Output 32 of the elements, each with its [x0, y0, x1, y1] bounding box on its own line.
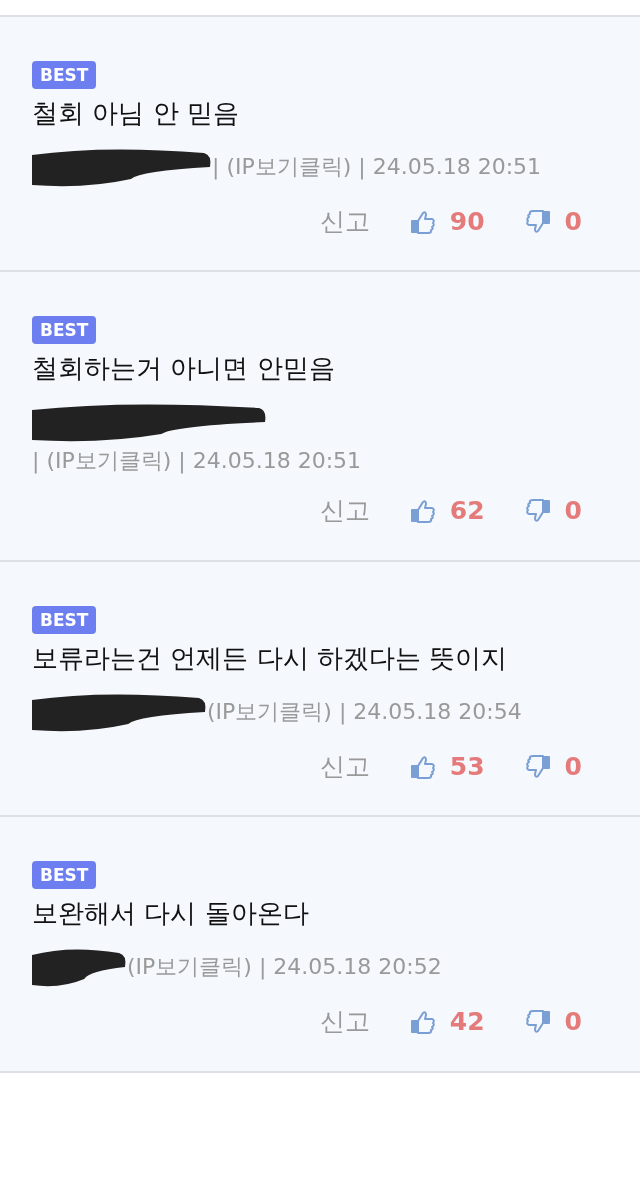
dislike-count: 0 [564, 205, 582, 238]
like-count: 90 [449, 205, 485, 238]
report-link[interactable]: 신고 [319, 1003, 370, 1041]
best-badge: BEST [32, 605, 97, 634]
comment-text: 철회하는거 아니면 안믿음 [32, 352, 336, 386]
like-count: 62 [449, 495, 485, 528]
thumbs-up-icon[interactable] [409, 753, 436, 780]
comment-text: 철회 아님 안 믿음 [32, 97, 240, 131]
dislike-count: 0 [564, 1006, 582, 1039]
report-link[interactable]: 신고 [319, 747, 370, 786]
thumbs-down-icon[interactable] [524, 498, 551, 525]
comment-meta: | (IP보기클릭) | 24.05.18 20:51 [212, 152, 542, 182]
thumbs-down-icon[interactable] [524, 208, 551, 235]
thumbs-down-icon[interactable] [524, 1008, 551, 1035]
comment-meta: (IP보기클릭) | 24.05.18 20:54 [207, 697, 522, 727]
best-badge: BEST [32, 316, 97, 345]
report-link[interactable]: 신고 [319, 202, 370, 241]
thumbs-up-icon[interactable] [409, 498, 436, 525]
dislike-count: 0 [564, 495, 582, 528]
dislike-count: 0 [564, 750, 582, 783]
comment-meta: (IP보기클릭) | 24.05.18 20:52 [127, 953, 442, 982]
comment-text: 보류라는건 언제든 다시 하겠다는 뜻이지 [32, 641, 509, 675]
comment-meta: | (IP보기클릭) | 24.05.18 20:51 [32, 447, 362, 476]
like-count: 42 [449, 1006, 485, 1039]
comment-text: 보완해서 다시 돌아온다 [32, 897, 310, 931]
best-badge: BEST [32, 61, 97, 90]
report-link[interactable]: 신고 [319, 492, 370, 530]
like-count: 53 [449, 750, 485, 783]
thumbs-down-icon[interactable] [524, 753, 551, 780]
thumbs-up-icon[interactable] [409, 208, 436, 235]
thumbs-up-icon[interactable] [409, 1008, 436, 1035]
best-badge: BEST [32, 861, 97, 890]
